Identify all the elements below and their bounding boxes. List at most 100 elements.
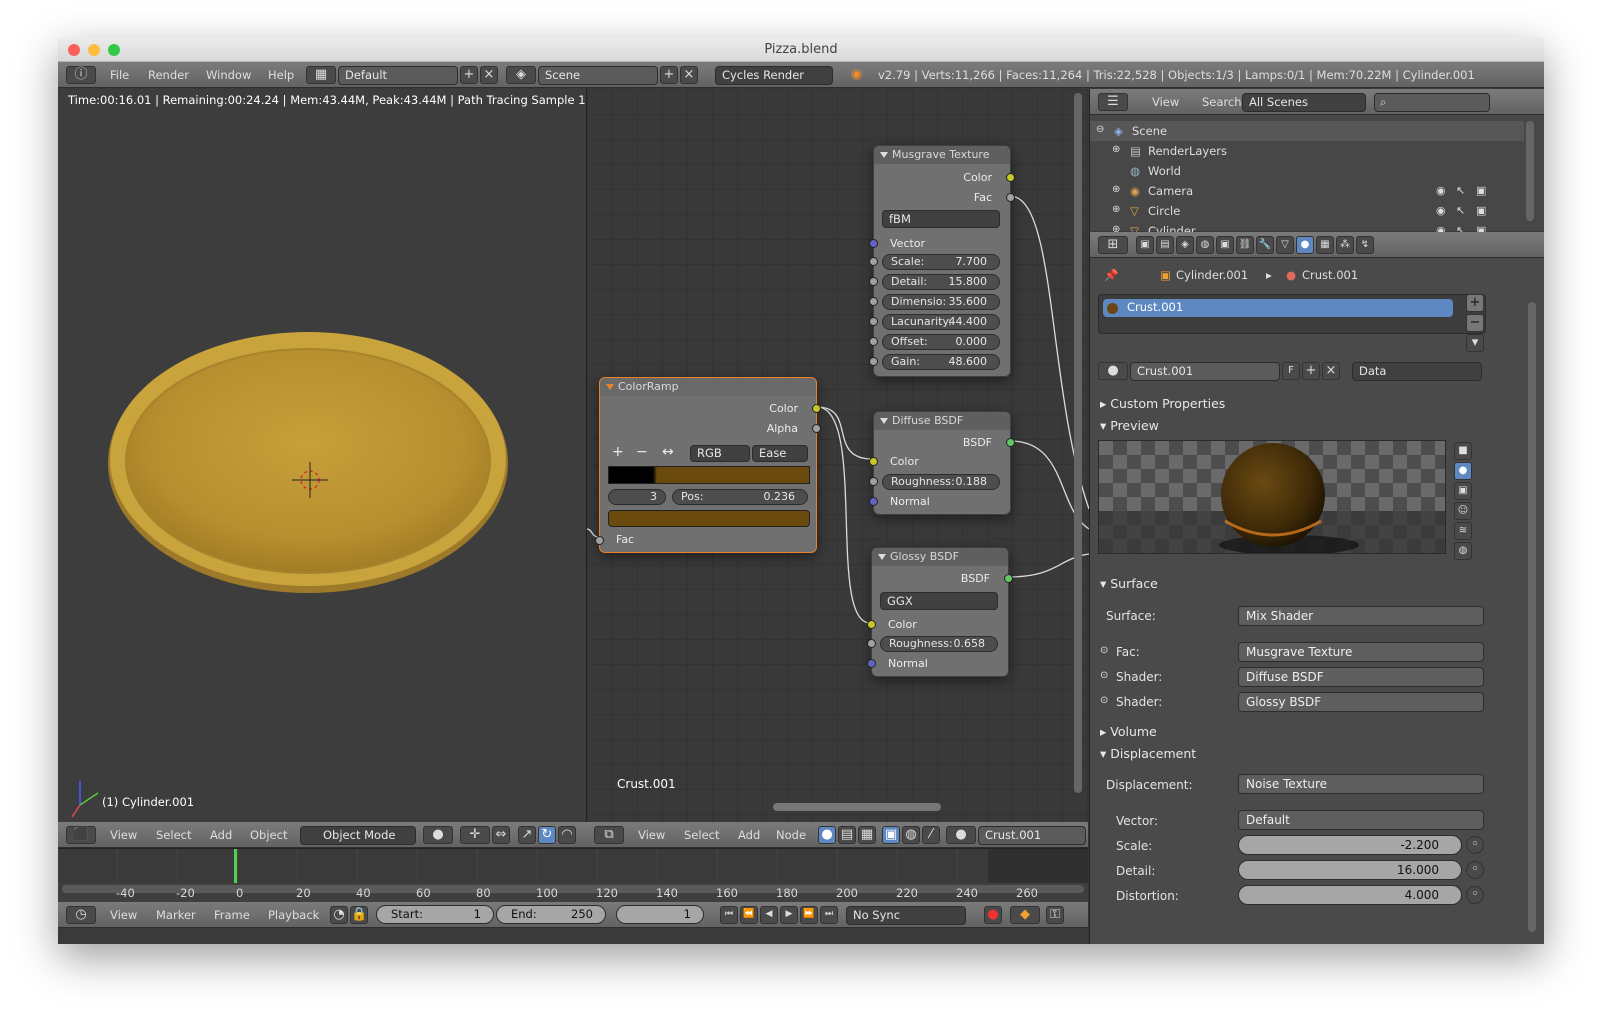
timeline-menu-frame[interactable]: Frame (214, 908, 250, 922)
breadcrumb-material[interactable]: Crust.001 (1302, 268, 1358, 282)
jump-start-icon[interactable]: ⏮ (720, 906, 738, 924)
fake-user-toggle[interactable]: F (1282, 362, 1300, 380)
properties-tab-material-icon[interactable]: ● (1296, 236, 1314, 254)
input-socket-icon[interactable]: ⊙ (1100, 645, 1108, 656)
outliner-row[interactable]: ◍ World (1090, 161, 1524, 181)
outliner-menu-view[interactable]: View (1152, 95, 1179, 109)
node-editor-hscrollbar[interactable] (773, 803, 941, 811)
musgrave-input-socket[interactable] (869, 257, 878, 266)
properties-tab-data-icon[interactable]: ▽ (1276, 236, 1294, 254)
camera-icon[interactable]: ▣ (1476, 204, 1486, 217)
viewport-menu-add[interactable]: Add (210, 828, 232, 842)
musgrave-field[interactable]: Scale: 7.700 (882, 254, 1000, 270)
eye-icon[interactable]: ◉ (1436, 204, 1446, 217)
world-shader-icon[interactable]: ◍ (902, 826, 920, 844)
jump-key-back-icon[interactable]: ⏪ (740, 906, 758, 924)
musgrave-field[interactable]: Lacunarity: 44.400 (882, 314, 1000, 330)
colorramp-active-color-swatch[interactable] (608, 510, 810, 527)
expand-toggle-icon[interactable]: ⊕ (1112, 184, 1120, 195)
jump-end-icon[interactable]: ⏭ (820, 906, 838, 924)
musgrave-field[interactable]: Dimensio: 35.600 (882, 294, 1000, 310)
eye-icon[interactable]: ◉ (1436, 184, 1446, 197)
timeline-scrollbar[interactable] (62, 885, 1084, 893)
colorramp-alpha-socket[interactable] (812, 424, 821, 433)
volume-panel[interactable]: ▸ Volume (1100, 724, 1157, 739)
diffuse-normal-socket[interactable] (869, 497, 878, 506)
outliner-row[interactable]: ⊖ ◈ Scene (1090, 121, 1524, 141)
timeline-track[interactable] (58, 849, 1088, 883)
add-screen-icon[interactable]: + (460, 66, 478, 84)
properties-tab-scene-icon[interactable]: ◈ (1176, 236, 1194, 254)
preview-panel[interactable]: ▾ Preview (1100, 418, 1159, 433)
musgrave-type-select[interactable]: fBM (882, 210, 1000, 228)
properties-tab-texture-icon[interactable]: ▦ (1316, 236, 1334, 254)
musgrave-input-socket[interactable] (869, 357, 878, 366)
surface-row-select[interactable]: Musgrave Texture (1238, 642, 1484, 662)
vector-select[interactable]: Default (1238, 810, 1484, 830)
diffuse-roughness-field[interactable]: Roughness: 0.188 (882, 474, 1000, 490)
camera-icon[interactable]: ▣ (1476, 184, 1486, 197)
musgrave-input-socket[interactable] (869, 277, 878, 286)
outliner-scrollbar[interactable] (1526, 121, 1534, 221)
outliner-search-input[interactable]: ⌕ (1374, 93, 1490, 112)
outliner-item-label[interactable]: RenderLayers (1148, 144, 1227, 158)
editor-type-3d-icon[interactable]: ⬛ (66, 826, 96, 844)
diffuse-node[interactable]: Diffuse BSDF BSDF Color Roughness: 0.188 … (869, 411, 1015, 515)
cursor-icon[interactable]: ↖ (1456, 204, 1465, 217)
scale-socket-icon[interactable]: ◦ (1466, 836, 1484, 854)
scene-icon[interactable]: ◈ (506, 66, 536, 84)
preview-range-icon[interactable]: ◔ (330, 906, 348, 924)
properties-tab-physics-icon[interactable]: ↯ (1356, 236, 1374, 254)
musgrave-input-socket[interactable] (869, 337, 878, 346)
preview-monkey-icon[interactable]: ☺ (1454, 502, 1472, 520)
properties-tab-constraints-icon[interactable]: ⛓ (1236, 236, 1254, 254)
musgrave-node[interactable]: Musgrave Texture Color Fac fBM Vector Sc… (869, 145, 1015, 377)
object-mode-select[interactable]: Object Mode (300, 826, 416, 845)
scene-field[interactable]: Scene (538, 66, 658, 85)
outliner-type-icon[interactable]: ☰ (1098, 93, 1128, 111)
current-frame-cursor[interactable] (234, 849, 237, 883)
node-menu-add[interactable]: Add (738, 828, 760, 842)
pin-icon[interactable]: 📌 (1104, 268, 1118, 282)
start-frame-field[interactable]: Start: 1 (376, 905, 494, 924)
new-material-icon[interactable]: + (1302, 362, 1320, 380)
remove-slot-icon[interactable]: − (1466, 314, 1484, 332)
node-material-field[interactable]: Crust.001 (978, 826, 1086, 845)
properties-tab-particles-icon[interactable]: ⁂ (1336, 236, 1354, 254)
properties-type-icon[interactable]: ⊞ (1098, 236, 1128, 254)
expand-toggle-icon[interactable]: ⊕ (1112, 144, 1120, 155)
unlink-material-icon[interactable]: × (1322, 362, 1340, 380)
diffuse-color-socket[interactable] (869, 457, 878, 466)
expand-toggle-icon[interactable]: ⊕ (1112, 204, 1120, 215)
timeline-menu-marker[interactable]: Marker (156, 908, 196, 922)
node-menu-view[interactable]: View (638, 828, 665, 842)
linestyle-icon[interactable]: ⁄ (922, 826, 940, 844)
colorramp-remove-icon[interactable]: − (636, 444, 648, 460)
record-icon[interactable]: ● (984, 906, 1002, 924)
menu-help[interactable]: Help (268, 68, 294, 82)
displacement-panel[interactable]: ▾ Displacement (1100, 746, 1196, 761)
outliner-item-label[interactable]: Scene (1132, 124, 1167, 138)
timeline-menu-view[interactable]: View (110, 908, 137, 922)
scale-icon[interactable]: ◠ (558, 826, 576, 844)
remove-scene-icon[interactable]: × (680, 66, 698, 84)
colorramp-gradient-bar[interactable] (608, 466, 810, 484)
cursor-icon[interactable]: ↖ (1456, 184, 1465, 197)
outliner-row[interactable]: ⊕ ▤ RenderLayers (1090, 141, 1524, 161)
material-slot-row[interactable]: Crust.001 (1103, 299, 1453, 317)
glossy-roughness-socket[interactable] (867, 639, 876, 648)
surface-row-select[interactable]: Diffuse BSDF (1238, 667, 1484, 687)
colorramp-pos-field[interactable]: Pos: 0.236 (672, 489, 808, 505)
node-menu-node[interactable]: Node (776, 828, 806, 842)
glossy-bsdf-socket[interactable] (1004, 574, 1013, 583)
outliner-item-label[interactable]: Circle (1148, 204, 1180, 218)
add-scene-icon[interactable]: + (660, 66, 678, 84)
rotate-icon[interactable]: ↻ (538, 826, 556, 844)
outliner-row[interactable]: ⊕ ▽ Circle ◉ ↖ ▣ (1090, 201, 1524, 221)
musgrave-color-socket[interactable] (1006, 173, 1015, 182)
maximize-window-button[interactable] (108, 44, 120, 56)
close-window-button[interactable] (68, 44, 80, 56)
musgrave-fac-socket[interactable] (1006, 193, 1015, 202)
displacement-node-select[interactable]: Noise Texture (1238, 774, 1484, 794)
outliner-display-select[interactable]: All Scenes (1242, 93, 1366, 112)
